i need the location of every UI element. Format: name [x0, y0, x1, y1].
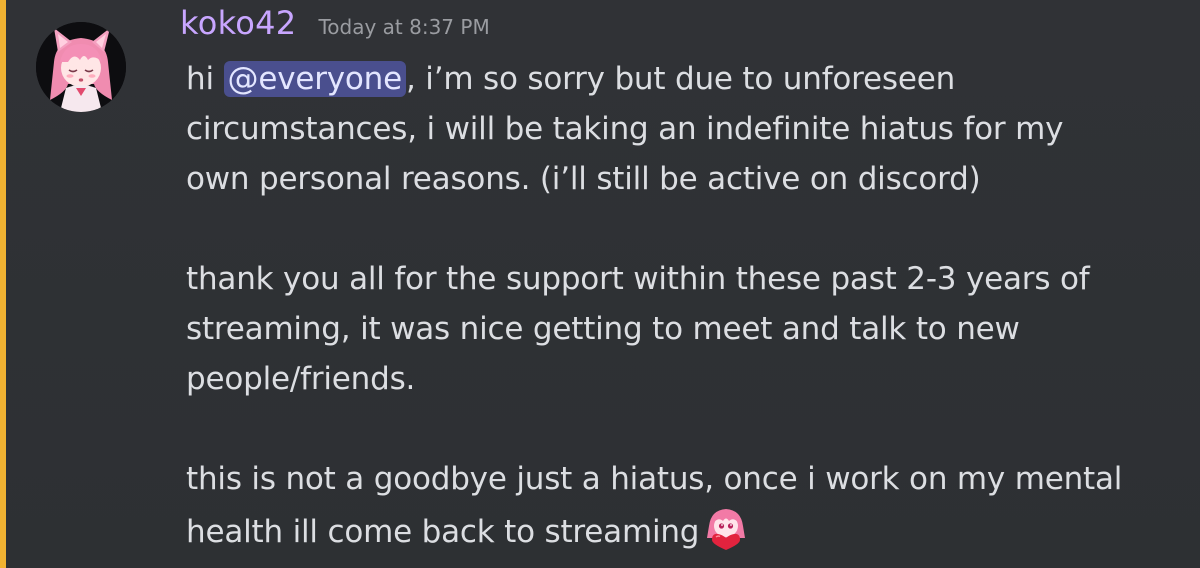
message-line: streaming, it was nice getting to meet a…: [186, 311, 1020, 347]
message-line: circumstances, i will be taking an indef…: [186, 111, 1064, 147]
message-line: hi @everyone, i’m so sorry but due to un…: [186, 54, 1186, 104]
pink-haired-girl-heart-emoji-icon[interactable]: [703, 504, 749, 550]
chat-message: koko42 Today at 8:37 PM hi @everyone, i’…: [6, 0, 1200, 568]
message-header: koko42 Today at 8:37 PM: [180, 4, 490, 48]
message-line: health ill come back to streaming: [186, 504, 1186, 554]
message-line: own personal reasons. (i’ll still be act…: [186, 161, 981, 197]
message-line: this is not a goodbye just a hiatus, onc…: [186, 461, 1123, 497]
timestamp[interactable]: Today at 8:37 PM: [318, 15, 489, 39]
text-segment: , i’m so sorry but due to unforeseen: [405, 61, 956, 97]
message-content: hi @everyone, i’m so sorry but due to un…: [186, 54, 1186, 554]
text-segment: health ill come back to streaming: [186, 514, 700, 550]
username[interactable]: koko42: [180, 4, 296, 42]
message-line: people/friends.: [186, 361, 416, 397]
message-line: thank you all for the support within the…: [186, 261, 1090, 297]
text-segment: hi: [186, 61, 224, 97]
avatar[interactable]: [36, 22, 126, 112]
pink-cat-girl-avatar-icon: [36, 22, 126, 112]
everyone-mention[interactable]: @everyone: [223, 61, 406, 97]
